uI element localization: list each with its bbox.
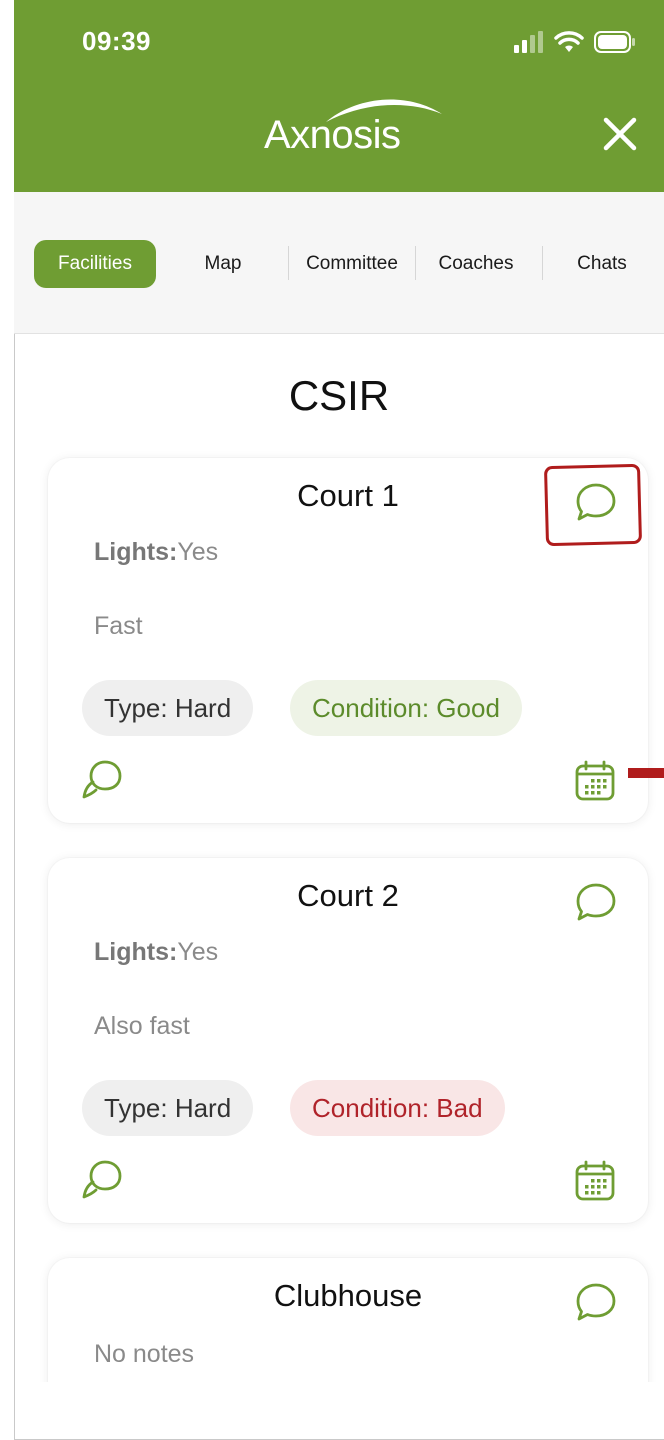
wifi-icon (554, 31, 584, 52)
calendar-icon[interactable] (574, 1160, 616, 1202)
status-icons (514, 30, 636, 54)
signal-icon (514, 31, 543, 53)
clip-area: Clubhouse No notes (14, 1240, 664, 1382)
facility-card: Clubhouse No notes (48, 1258, 648, 1382)
lights-info: Lights:Yes (94, 938, 218, 967)
lights-label: Lights: (94, 938, 178, 966)
tab-coaches[interactable]: Coaches (422, 240, 530, 288)
surface-type-chip: Type: Hard (82, 680, 254, 736)
tab-divider (542, 246, 543, 280)
tab-facilities[interactable]: Facilities (34, 240, 156, 288)
facility-notes: No notes (94, 1340, 195, 1368)
tab-divider (288, 246, 289, 280)
tab-committee[interactable]: Committee (292, 240, 412, 288)
surface-type-chip: Type: Hard (82, 1080, 254, 1136)
facility-card: Court 2 Lights:Yes Also fast Type: Hard … (48, 858, 648, 1223)
facility-notes: Fast (94, 612, 143, 640)
tab-bar: Facilities Map Committee Coaches Chats (14, 192, 664, 334)
chat-bubble-icon[interactable] (574, 1280, 618, 1324)
tab-divider (415, 246, 416, 280)
chat-bubble-icon[interactable] (574, 880, 618, 924)
chats-icon[interactable] (80, 758, 124, 802)
facility-name: Clubhouse (273, 1278, 423, 1313)
lights-value: Yes (177, 538, 219, 566)
logo-text: Axnosis (264, 112, 401, 157)
lights-value: Yes (177, 938, 219, 966)
page-title: CSIR (288, 372, 390, 419)
tab-map[interactable]: Map (184, 240, 262, 288)
lights-label: Lights: (94, 538, 178, 566)
battery-icon (594, 31, 635, 53)
app-header: 09:39 Axnosis (14, 0, 664, 192)
close-icon[interactable] (598, 112, 642, 156)
facility-notes: Also fast (94, 1012, 190, 1040)
status-time: 09:39 (82, 26, 151, 56)
condition-chip: Condition: Bad (290, 1080, 505, 1136)
calendar-icon[interactable] (574, 760, 616, 802)
condition-chip: Condition: Good (290, 680, 522, 736)
facility-name: Court 2 (297, 878, 399, 913)
annotation-highlight-box (543, 463, 643, 547)
chats-icon[interactable] (80, 1158, 124, 1202)
app-logo: Axnosis (264, 99, 442, 170)
lights-info: Lights:Yes (94, 538, 218, 567)
tab-chats[interactable]: Chats (566, 240, 638, 288)
annotation-arrow (628, 768, 664, 778)
